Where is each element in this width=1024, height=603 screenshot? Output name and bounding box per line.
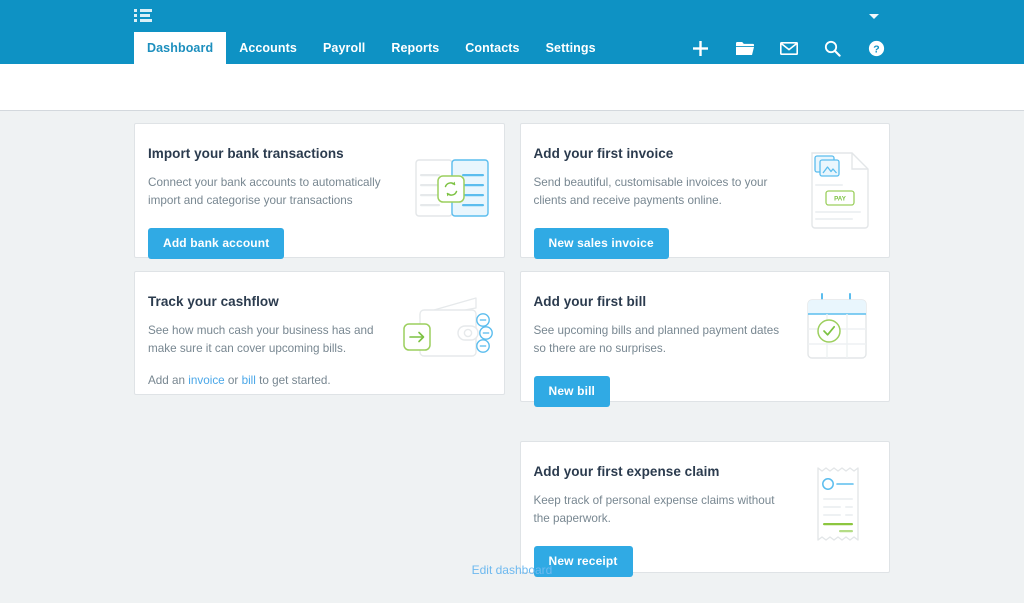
list-icon[interactable] (134, 8, 152, 23)
card-add-first-bill: Add your first bill See upcoming bills a… (519, 271, 890, 407)
tab-payroll[interactable]: Payroll (310, 32, 378, 64)
invoice-document-illustration: PAY (809, 150, 871, 230)
bill-link[interactable]: bill (242, 374, 256, 387)
note-prefix: Add an (148, 373, 189, 387)
header-action-icons: ? (691, 32, 886, 64)
card-track-cashflow: Track your cashflow See how much cash yo… (134, 271, 505, 395)
card-title: Track your cashflow (148, 294, 279, 309)
secondary-bar (0, 64, 1024, 111)
card-add-first-invoice: Add your first invoice Send beautiful, c… (519, 123, 890, 259)
plus-icon[interactable] (691, 39, 710, 58)
tab-reports[interactable]: Reports (378, 32, 452, 64)
column-spacer (520, 415, 891, 428)
envelope-icon[interactable] (779, 39, 798, 58)
tab-accounts[interactable]: Accounts (226, 32, 310, 64)
tab-reports-label: Reports (391, 41, 440, 55)
left-column: Import your bank transactions Connect yo… (134, 123, 505, 573)
note-suffix: to get started. (255, 373, 331, 387)
chevron-down-icon[interactable] (869, 14, 879, 19)
new-bill-button[interactable]: New bill (533, 375, 611, 407)
dashboard-cards: Import your bank transactions Connect yo… (134, 111, 891, 577)
svg-text:?: ? (873, 43, 879, 55)
search-icon[interactable] (823, 39, 842, 58)
header-nav-row: Dashboard Accounts Payroll Reports Conta… (0, 32, 1024, 64)
new-sales-invoice-button[interactable]: New sales invoice (533, 227, 669, 259)
card-add-first-expense-claim: Add your first expense claim Keep track … (519, 441, 890, 577)
card-body: See how much cash your business has and … (148, 324, 374, 355)
pay-label: PAY (834, 196, 847, 203)
add-bank-account-button[interactable]: Add bank account (148, 227, 285, 259)
card-body: Keep track of personal expense claims wi… (533, 494, 775, 525)
tab-contacts-label: Contacts (465, 41, 520, 55)
card-import-bank-transactions: Import your bank transactions Connect yo… (134, 123, 505, 259)
tab-payroll-label: Payroll (322, 41, 366, 55)
card-body: See upcoming bills and planned payment d… (533, 324, 780, 355)
invoice-link[interactable]: invoice (188, 374, 224, 387)
folder-icon[interactable] (735, 39, 754, 58)
tab-dashboard[interactable]: Dashboard (134, 32, 227, 64)
tab-settings[interactable]: Settings (533, 32, 609, 64)
tab-dashboard-label: Dashboard (147, 41, 214, 55)
card-title: Add your first expense claim (533, 464, 720, 479)
header-top-row (0, 0, 1024, 32)
dashboard-page: Import your bank transactions Connect yo… (0, 111, 1024, 603)
app-header: Dashboard Accounts Payroll Reports Conta… (0, 0, 1024, 64)
tab-accounts-label: Accounts (239, 41, 297, 55)
card-body: Connect your bank accounts to automatica… (148, 176, 381, 207)
card-note: Add an invoice or bill to get started. (148, 374, 480, 387)
note-middle: or (224, 373, 242, 387)
right-column: Add your first invoice Send beautiful, c… (519, 123, 891, 577)
edit-dashboard-wrap: Edit dashboard (0, 561, 1024, 579)
edit-dashboard-link[interactable]: Edit dashboard (472, 563, 553, 577)
main-nav: Dashboard Accounts Payroll Reports Conta… (134, 32, 609, 64)
help-icon[interactable]: ? (867, 39, 886, 58)
bank-sync-illustration (412, 152, 490, 232)
tab-contacts[interactable]: Contacts (452, 32, 532, 64)
card-title: Import your bank transactions (148, 146, 344, 161)
card-title: Add your first bill (533, 294, 647, 309)
card-body: Send beautiful, customisable invoices to… (533, 176, 768, 207)
tab-settings-label: Settings (545, 41, 596, 55)
card-title: Add your first invoice (533, 146, 674, 161)
